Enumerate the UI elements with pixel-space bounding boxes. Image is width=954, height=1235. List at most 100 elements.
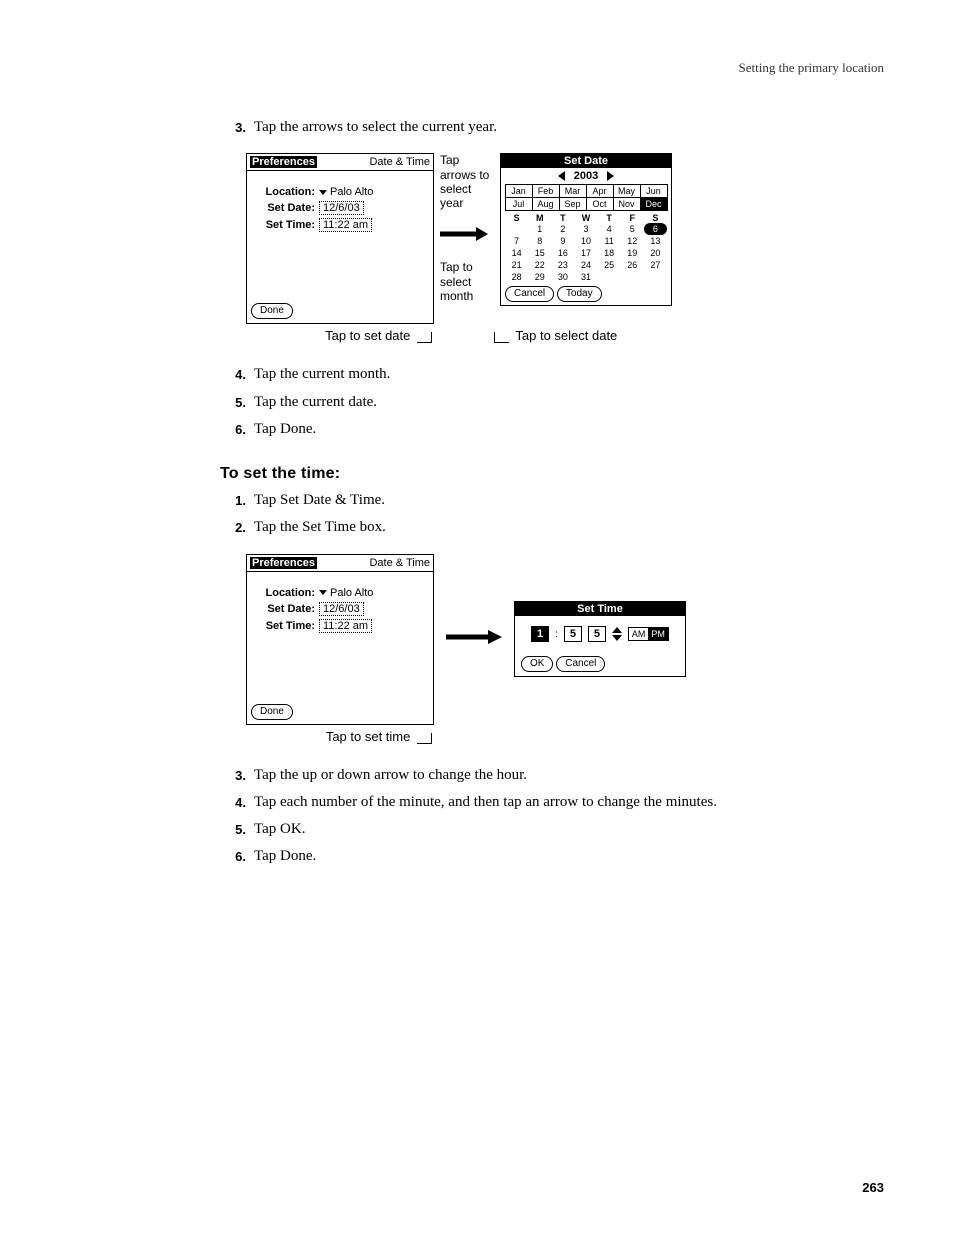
- calendar-body[interactable]: 1234567891011121314151617181920212223242…: [501, 223, 671, 283]
- month-cell[interactable]: Apr: [586, 184, 614, 198]
- day-cell[interactable]: 6: [644, 223, 667, 235]
- day-cell[interactable]: 5: [621, 223, 644, 235]
- arrow-right-icon: [446, 628, 502, 646]
- month-cell[interactable]: Jun: [640, 184, 668, 198]
- day-cell[interactable]: 31: [574, 271, 597, 283]
- setdate-field[interactable]: 12/6/03: [319, 201, 364, 215]
- today-button[interactable]: Today: [557, 286, 602, 302]
- set-date-panel: Set Date 2003 JanFebMarAprMayJunJulAugSe…: [500, 153, 672, 306]
- step-text: Tap the Set Time box.: [246, 516, 386, 539]
- cancel-button[interactable]: Cancel: [505, 286, 554, 302]
- callout-year: Tap arrows to select year: [440, 153, 496, 211]
- day-cell[interactable]: 18: [598, 247, 621, 259]
- location-value[interactable]: Palo Alto: [330, 587, 373, 599]
- day-cell[interactable]: 12: [621, 235, 644, 247]
- dow-row: SMTWTFS: [505, 213, 667, 223]
- step-number: 3.: [220, 764, 246, 787]
- dow-cell: T: [598, 213, 621, 223]
- day-cell[interactable]: 4: [598, 223, 621, 235]
- day-cell[interactable]: 1: [528, 223, 551, 235]
- subheading-set-time: To set the time:: [220, 465, 884, 483]
- month-cell[interactable]: Feb: [532, 184, 560, 198]
- year-next-icon[interactable]: [607, 171, 614, 181]
- month-cell[interactable]: Jul: [505, 197, 533, 211]
- year-prev-icon[interactable]: [558, 171, 565, 181]
- setdate-label: Set Date:: [257, 202, 319, 214]
- day-cell[interactable]: 8: [528, 235, 551, 247]
- day-cell[interactable]: 10: [574, 235, 597, 247]
- dow-cell: W: [574, 213, 597, 223]
- day-cell[interactable]: 22: [528, 259, 551, 271]
- day-cell[interactable]: 13: [644, 235, 667, 247]
- setdate-label: Set Date:: [257, 603, 319, 615]
- day-cell[interactable]: 24: [574, 259, 597, 271]
- month-cell[interactable]: Sep: [559, 197, 587, 211]
- dow-cell: S: [644, 213, 667, 223]
- set-time-panel: Set Time 1 : 5 5 AM PM: [514, 601, 686, 677]
- arrow-down-icon[interactable]: [612, 635, 622, 641]
- day-cell[interactable]: 19: [621, 247, 644, 259]
- settime-field[interactable]: 11:22 am: [319, 218, 372, 232]
- month-cell[interactable]: Dec: [640, 197, 668, 211]
- pm-option[interactable]: PM: [648, 628, 668, 640]
- leader-line-icon: [417, 733, 432, 744]
- month-cell[interactable]: Mar: [559, 184, 587, 198]
- time-spinner[interactable]: [612, 627, 622, 641]
- day-cell[interactable]: 14: [505, 247, 528, 259]
- location-value[interactable]: Palo Alto: [330, 186, 373, 198]
- month-cell[interactable]: Nov: [613, 197, 641, 211]
- day-cell[interactable]: 29: [528, 271, 551, 283]
- day-cell[interactable]: 15: [528, 247, 551, 259]
- step-text: Tap OK.: [246, 818, 305, 841]
- arrow-up-icon[interactable]: [612, 627, 622, 633]
- dropdown-arrow-icon[interactable]: [319, 590, 327, 595]
- day-cell[interactable]: 25: [598, 259, 621, 271]
- day-cell[interactable]: 30: [551, 271, 574, 283]
- caption-tap-select-date: Tap to select date: [515, 328, 617, 343]
- settime-label: Set Time:: [257, 620, 319, 632]
- day-cell[interactable]: 26: [621, 259, 644, 271]
- step-text: Tap the arrows to select the current yea…: [246, 116, 497, 139]
- day-cell[interactable]: 2: [551, 223, 574, 235]
- month-grid[interactable]: JanFebMarAprMayJun JulAugSepOctNovDec: [505, 184, 667, 210]
- settime-field[interactable]: 11:22 am: [319, 619, 372, 633]
- day-cell[interactable]: 21: [505, 259, 528, 271]
- cancel-button[interactable]: Cancel: [556, 656, 605, 672]
- day-cell[interactable]: 27: [644, 259, 667, 271]
- day-cell[interactable]: 28: [505, 271, 528, 283]
- ok-button[interactable]: OK: [521, 656, 553, 672]
- day-cell[interactable]: 7: [505, 235, 528, 247]
- day-cell: [621, 271, 644, 283]
- dow-cell: F: [621, 213, 644, 223]
- day-cell[interactable]: 9: [551, 235, 574, 247]
- month-cell[interactable]: Oct: [586, 197, 614, 211]
- day-cell[interactable]: 16: [551, 247, 574, 259]
- done-button[interactable]: Done: [251, 704, 293, 720]
- am-option[interactable]: AM: [629, 628, 649, 640]
- hour-box[interactable]: 1: [531, 626, 549, 642]
- day-cell[interactable]: 3: [574, 223, 597, 235]
- day-cell[interactable]: 20: [644, 247, 667, 259]
- month-cell[interactable]: Jan: [505, 184, 533, 198]
- dropdown-arrow-icon[interactable]: [319, 190, 327, 195]
- step-text: Tap Done.: [246, 418, 316, 441]
- day-cell: [505, 223, 528, 235]
- steps-group-a: 3. Tap the arrows to select the current …: [220, 116, 884, 139]
- done-button[interactable]: Done: [251, 303, 293, 319]
- minute-ones-box[interactable]: 5: [588, 626, 606, 642]
- day-cell[interactable]: 23: [551, 259, 574, 271]
- dow-cell: M: [528, 213, 551, 223]
- minute-tens-box[interactable]: 5: [564, 626, 582, 642]
- step-number: 1.: [220, 489, 246, 512]
- month-cell[interactable]: Aug: [532, 197, 560, 211]
- step-number: 2.: [220, 516, 246, 539]
- ampm-toggle[interactable]: AM PM: [628, 627, 669, 641]
- step-number: 3.: [220, 116, 246, 139]
- preferences-panel-2: Preferences Date & Time Location: Palo A…: [246, 554, 434, 725]
- month-cell[interactable]: May: [613, 184, 641, 198]
- figure-set-time: Preferences Date & Time Location: Palo A…: [246, 554, 884, 744]
- day-cell[interactable]: 17: [574, 247, 597, 259]
- day-cell[interactable]: 11: [598, 235, 621, 247]
- setdate-field[interactable]: 12/6/03: [319, 602, 364, 616]
- year-value: 2003: [574, 170, 598, 182]
